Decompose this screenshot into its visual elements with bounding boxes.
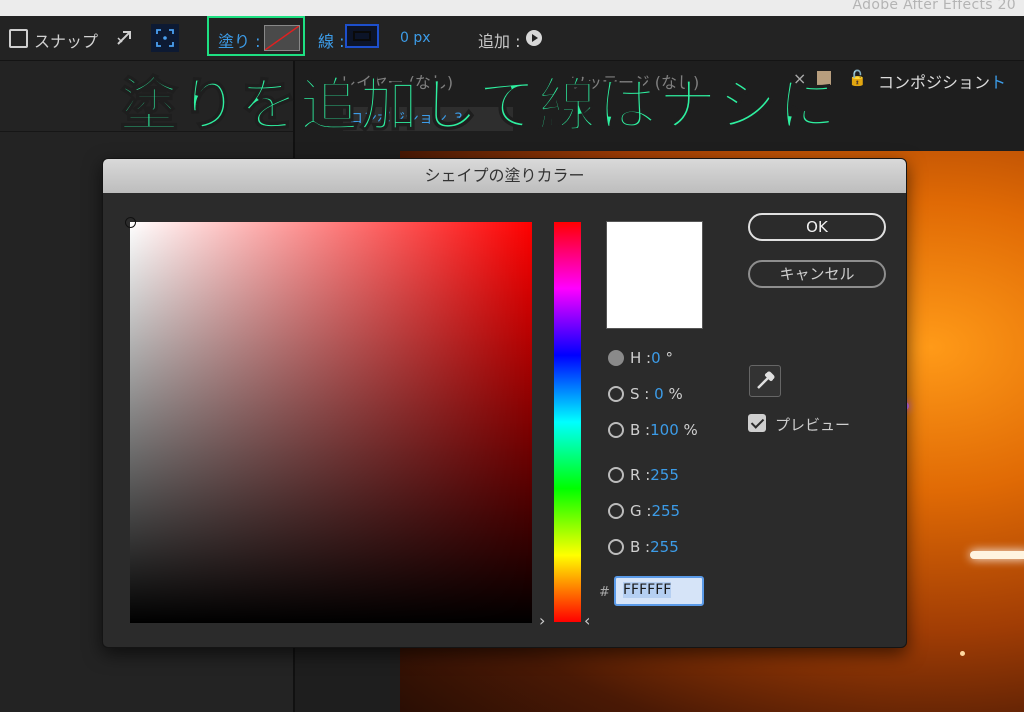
hue-slider[interactable] — [554, 222, 581, 622]
lock-icon[interactable]: 🔓 — [848, 69, 867, 87]
fill-label: 塗り : — [218, 32, 261, 51]
field-green[interactable]: G :255 — [608, 502, 680, 524]
app-title: Adobe After Effects 20 — [852, 0, 1016, 13]
title-bar: Adobe After Effects 20 — [0, 0, 1024, 16]
add-play-icon[interactable] — [526, 30, 542, 46]
preview-checkbox[interactable] — [748, 414, 766, 432]
radio-brightness[interactable] — [608, 422, 624, 438]
stroke-swatch[interactable] — [345, 24, 379, 48]
new-color-swatch — [606, 221, 703, 329]
snap-label: スナップ — [34, 32, 99, 51]
field-red[interactable]: R :255 — [608, 466, 679, 488]
snap-arrow-icon[interactable] — [114, 26, 136, 48]
radio-blue[interactable] — [608, 539, 624, 555]
no-fill-slash-icon — [265, 26, 299, 50]
color-marker[interactable] — [125, 217, 136, 228]
fill-highlight: 塗り : — [207, 16, 305, 56]
stroke-width-value[interactable]: 0 px — [400, 30, 431, 46]
fill-color-dialog: シェイプの塗りカラー › ‹ H :0 ° S : 0 % B :100 % R… — [102, 158, 907, 648]
radio-red[interactable] — [608, 467, 624, 483]
toolbar: スナップ 塗り : 線 : 0 px 追加 : — [0, 16, 1024, 61]
saturation-brightness-field[interactable] — [125, 217, 532, 623]
field-hue[interactable]: H :0 ° — [608, 349, 673, 371]
tab-composition[interactable]: コンポジショント — [878, 69, 1006, 93]
eyedropper-icon — [757, 371, 775, 389]
eyedropper-button[interactable] — [749, 365, 781, 397]
cancel-button[interactable]: キャンセル — [748, 260, 886, 288]
ok-button[interactable]: OK — [748, 213, 886, 241]
hex-input[interactable]: FFFFFF — [614, 576, 704, 606]
fill-swatch[interactable] — [264, 25, 300, 51]
preview-label: プレビュー — [775, 416, 851, 434]
annotation-banner: 塗りを追加して線はナシに — [119, 70, 839, 140]
stroke-swatch-inner — [353, 31, 371, 41]
stroke-label: 線 : — [318, 32, 345, 51]
field-brightness[interactable]: B :100 % — [608, 421, 698, 443]
viewer-spark — [960, 651, 965, 656]
hue-arrow-right-icon[interactable]: ‹ — [584, 611, 590, 630]
hex-label: # — [599, 585, 610, 600]
dialog-title: シェイプの塗りカラー — [103, 159, 906, 193]
hue-arrow-left-icon[interactable]: › — [539, 611, 545, 630]
field-blue[interactable]: B :255 — [608, 538, 679, 560]
field-saturation[interactable]: S : 0 % — [608, 385, 683, 407]
radio-saturation[interactable] — [608, 386, 624, 402]
radio-green[interactable] — [608, 503, 624, 519]
radio-hue[interactable] — [608, 350, 624, 366]
snap-grid-icon[interactable] — [151, 24, 179, 52]
snap-checkbox[interactable] — [9, 29, 28, 48]
add-label: 追加 : — [478, 32, 521, 51]
viewer-spark — [970, 551, 1024, 559]
